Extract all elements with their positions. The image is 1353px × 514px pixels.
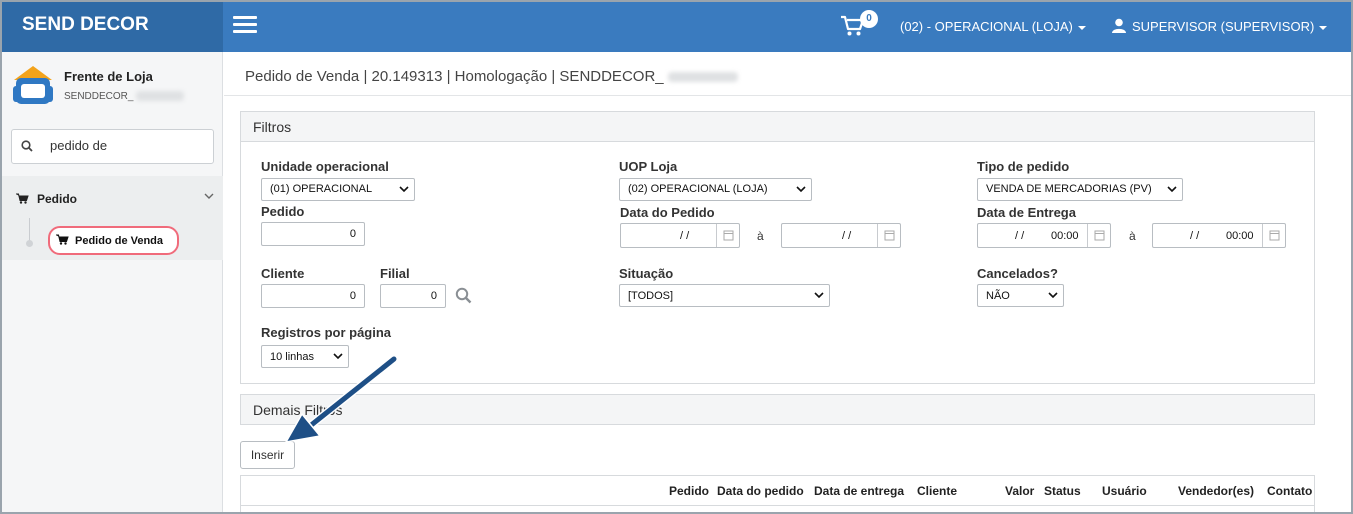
nav-group-label: Pedido	[37, 192, 78, 206]
time-value: 00:00	[1226, 230, 1254, 242]
tipo-select[interactable]: VENDA DE MERCADORIAS (PV)	[977, 178, 1183, 201]
data-entrega-from[interactable]: / / 00:00	[977, 223, 1111, 248]
registros-label: Registros por página	[261, 325, 392, 340]
uop-dropdown[interactable]: (02) - OPERACIONAL (LOJA)	[900, 19, 1086, 34]
caret-icon	[1077, 25, 1086, 30]
data-pedido-from[interactable]: / /	[620, 223, 740, 248]
column-header[interactable]: Cliente	[917, 484, 957, 498]
date-value: / /	[1190, 230, 1200, 242]
unidade-value: (01) OPERACIONAL	[270, 183, 373, 195]
filters-panel: Filtros Unidade operacional (01) OPERACI…	[240, 111, 1315, 384]
insert-button[interactable]: Inserir	[240, 441, 295, 469]
column-header[interactable]: Vendedor(es)	[1178, 484, 1254, 498]
data-entrega-to[interactable]: / / 00:00	[1152, 223, 1286, 248]
date-value: / /	[1015, 230, 1025, 242]
pedido-input[interactable]: 0	[261, 222, 365, 246]
data-pedido-to[interactable]: / /	[781, 223, 901, 248]
redacted-text	[667, 72, 738, 83]
redacted-text	[136, 91, 185, 102]
chevron-down-icon	[333, 353, 343, 360]
nav-group-pedido: Pedido Pedido de Venda	[2, 176, 223, 260]
tipo-label: Tipo de pedido	[977, 159, 1070, 174]
search-icon[interactable]	[455, 287, 472, 304]
divider	[241, 505, 1314, 506]
range-separator: à	[1129, 229, 1136, 243]
unidade-select[interactable]: (01) OPERACIONAL	[261, 178, 415, 201]
date-value: / /	[842, 230, 852, 242]
unidade-label: Unidade operacional	[261, 159, 389, 174]
range-separator: à	[757, 229, 764, 243]
cancelados-select[interactable]: NÃO	[977, 284, 1064, 307]
divider	[224, 95, 1351, 96]
column-header[interactable]: Data de entrega	[814, 484, 904, 498]
store-code: SENDDECOR_	[64, 91, 134, 102]
uop-label: UOP Loja	[619, 159, 678, 174]
situacao-select[interactable]: [TODOS]	[619, 284, 830, 307]
cancelados-value: NÃO	[986, 290, 1010, 302]
column-header[interactable]: Status	[1044, 484, 1081, 498]
uop-dropdown-label: (02) - OPERACIONAL (LOJA)	[900, 19, 1073, 34]
calendar-icon[interactable]	[716, 224, 739, 247]
cart-button[interactable]: 0	[840, 10, 878, 42]
sidebar-item-pedido-de-venda[interactable]: Pedido de Venda	[48, 226, 179, 255]
tipo-value: VENDA DE MERCADORIAS (PV)	[986, 183, 1152, 195]
filial-input[interactable]: 0	[380, 284, 446, 308]
sidebar-search[interactable]	[11, 129, 214, 164]
caret-icon	[1319, 25, 1328, 30]
chevron-down-icon	[399, 186, 409, 193]
orders-table: Pedido Data do pedido Data de entrega Cl…	[240, 475, 1315, 512]
cancelados-label: Cancelados?	[977, 266, 1058, 281]
uop-select[interactable]: (02) OPERACIONAL (LOJA)	[619, 178, 812, 201]
user-dropdown[interactable]: SUPERVISOR (SUPERVISOR)	[1112, 18, 1328, 34]
cart-icon	[16, 193, 29, 204]
situacao-label: Situação	[619, 266, 674, 281]
chevron-down-icon	[1167, 186, 1177, 193]
chevron-down-icon	[796, 186, 806, 193]
more-filters-panel[interactable]: Demais Filtros	[240, 394, 1315, 425]
cliente-input[interactable]: 0	[261, 284, 365, 308]
column-header[interactable]: Valor	[1005, 484, 1034, 498]
app-frame: SEND DECOR 0 (02) - OPERACIONAL (LOJA) S…	[0, 0, 1353, 514]
chevron-down-icon	[1048, 292, 1058, 299]
chevron-down-icon	[814, 292, 824, 299]
store-subtitle: SENDDECOR_	[64, 91, 185, 102]
user-icon	[1112, 18, 1126, 33]
tree-dot	[26, 240, 33, 247]
chevron-down-icon[interactable]	[204, 192, 214, 200]
search-icon	[21, 140, 33, 152]
pedido-label: Pedido	[261, 204, 305, 219]
sidebar-search-input[interactable]	[50, 138, 200, 153]
cliente-label: Cliente	[261, 266, 305, 281]
hamburger-icon[interactable]	[233, 16, 257, 34]
registros-select[interactable]: 10 linhas	[261, 345, 349, 368]
column-header[interactable]: Data do pedido	[717, 484, 804, 498]
sidebar-item-label: Pedido de Venda	[75, 235, 164, 247]
store-logo-icon	[13, 66, 53, 104]
cart-count-badge: 0	[860, 10, 878, 28]
filial-label: Filial	[380, 266, 410, 281]
data-entrega-label: Data de Entrega	[977, 205, 1076, 220]
calendar-icon[interactable]	[877, 224, 900, 247]
top-bar: SEND DECOR 0 (02) - OPERACIONAL (LOJA) S…	[2, 2, 1351, 52]
column-header[interactable]: Contato	[1267, 484, 1312, 498]
filters-panel-title: Filtros	[241, 112, 1314, 142]
time-value: 00:00	[1051, 230, 1079, 242]
data-pedido-label: Data do Pedido	[620, 205, 715, 220]
brand-logo[interactable]: SEND DECOR	[2, 2, 223, 52]
date-value: / /	[680, 230, 690, 242]
nav-group-header[interactable]: Pedido	[16, 192, 77, 206]
situacao-value: [TODOS]	[628, 290, 674, 302]
cart-icon	[56, 234, 69, 245]
store-title: Frente de Loja	[64, 69, 153, 84]
page-title: Pedido de Venda | 20.149313 | Homologaçã…	[245, 68, 738, 85]
column-header[interactable]: Pedido	[669, 484, 709, 498]
registros-value: 10 linhas	[270, 351, 315, 363]
page-title-text: Pedido de Venda | 20.149313 | Homologaçã…	[245, 68, 664, 85]
column-header[interactable]: Usuário	[1102, 484, 1147, 498]
sidebar: Frente de Loja SENDDECOR_ Pedido	[2, 52, 223, 512]
calendar-icon[interactable]	[1262, 224, 1285, 247]
uop-value: (02) OPERACIONAL (LOJA)	[628, 183, 768, 195]
user-dropdown-label: SUPERVISOR (SUPERVISOR)	[1132, 19, 1315, 34]
calendar-icon[interactable]	[1087, 224, 1110, 247]
